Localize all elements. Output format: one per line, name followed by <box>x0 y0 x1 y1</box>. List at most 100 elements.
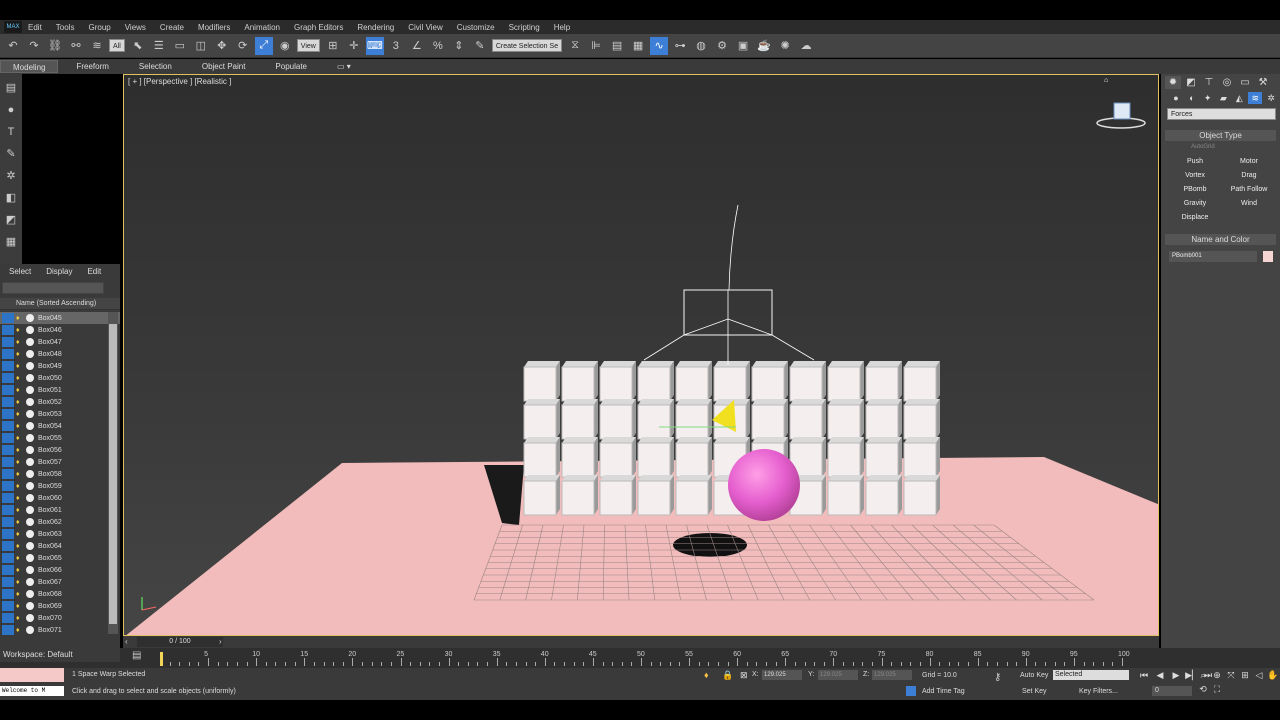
z-coord-field[interactable]: 129.025 <box>872 670 912 680</box>
light-bulb-icon[interactable]: ♦ <box>16 471 24 478</box>
explorer-row[interactable]: ♦ Box070 <box>0 612 120 624</box>
time-slider-thumb[interactable]: 0 / 100 <box>137 637 223 647</box>
lights-icon[interactable]: ✦ <box>1201 92 1215 104</box>
visibility-icon[interactable] <box>26 482 34 490</box>
mirror-icon[interactable]: ⧖ <box>566 37 584 55</box>
workspace-selector[interactable]: Workspace: Default <box>0 648 120 662</box>
ref-coord-dropdown[interactable]: View <box>296 39 320 52</box>
current-frame-field[interactable]: 0 <box>1152 686 1192 696</box>
app-logo[interactable]: MAX <box>4 21 22 33</box>
filter-icon[interactable] <box>2 469 14 479</box>
filter-icon[interactable] <box>2 385 14 395</box>
menu-customize[interactable]: Customize <box>457 23 495 32</box>
zoom-all-icon[interactable]: ⊕ <box>1210 670 1224 684</box>
spinner-snap-icon[interactable]: ⇕ <box>450 37 468 55</box>
light-bulb-icon[interactable]: ♦ <box>16 483 24 490</box>
filter-icon[interactable] <box>2 553 14 563</box>
explorer-row[interactable]: ♦ Box049 <box>0 360 120 372</box>
filter-icon[interactable] <box>2 517 14 527</box>
light-bulb-icon[interactable]: ♦ <box>16 387 24 394</box>
visibility-icon[interactable] <box>26 470 34 478</box>
pan-icon[interactable]: ✋ <box>1266 670 1280 684</box>
visibility-icon[interactable] <box>26 350 34 358</box>
time-tag-icon[interactable] <box>906 686 916 696</box>
lock-selection-icon[interactable]: 🔒 <box>722 670 733 681</box>
render-setup-icon[interactable]: ⚙ <box>713 37 731 55</box>
explorer-scrollbar[interactable] <box>108 312 118 634</box>
time-prev-icon[interactable]: ‹ <box>125 637 128 646</box>
rendered-frame-icon[interactable]: ▣ <box>734 37 752 55</box>
pivot-center-icon[interactable]: ⊞ <box>324 37 342 55</box>
render-production-icon[interactable]: ☕ <box>755 37 773 55</box>
explorer-row[interactable]: ♦ Box066 <box>0 564 120 576</box>
rotate-icon[interactable]: ⟳ <box>234 37 252 55</box>
visibility-icon[interactable] <box>26 590 34 598</box>
place-icon[interactable]: ◉ <box>276 37 294 55</box>
filter-icon[interactable] <box>2 445 14 455</box>
angle-snap-icon[interactable]: ∠ <box>408 37 426 55</box>
visibility-icon[interactable] <box>26 386 34 394</box>
light-bulb-icon[interactable]: ♦ <box>16 555 24 562</box>
ribbon-toggle-icon[interactable]: ▦ <box>629 37 647 55</box>
visibility-icon[interactable] <box>26 602 34 610</box>
maxscript-mini-listener[interactable] <box>0 668 64 682</box>
sparkle-icon[interactable]: ✲ <box>3 168 19 184</box>
explorer-row[interactable]: ♦ Box055 <box>0 432 120 444</box>
visibility-icon[interactable] <box>26 374 34 382</box>
filter-icon[interactable] <box>2 505 14 515</box>
menu-create[interactable]: Create <box>160 23 184 32</box>
light-bulb-icon[interactable]: ♦ <box>16 603 24 610</box>
light-bulb-icon[interactable]: ♦ <box>16 543 24 550</box>
explorer-column-header[interactable]: Name (Sorted Ascending) <box>0 298 120 310</box>
layers-icon[interactable]: ◧ <box>3 190 19 206</box>
named-selection-dropdown[interactable]: Create Selection Se <box>491 39 563 52</box>
undo-icon[interactable]: ↶ <box>4 37 22 55</box>
timeline-marker[interactable] <box>160 652 163 666</box>
key-icon[interactable]: ⚷ <box>994 672 1001 683</box>
create-tab-icon[interactable]: ✹ <box>1165 75 1181 89</box>
light-bulb-icon[interactable]: ♦ <box>16 495 24 502</box>
object-type-rollout[interactable]: Object Type <box>1165 130 1276 141</box>
pbomb-button[interactable]: PBomb <box>1171 184 1219 196</box>
filter-icon[interactable] <box>2 373 14 383</box>
explorer-row[interactable]: ♦ Box064 <box>0 540 120 552</box>
y-coord-field[interactable]: 129.025 <box>818 670 858 680</box>
menu-modifiers[interactable]: Modifiers <box>198 23 230 32</box>
filter-icon[interactable] <box>2 361 14 371</box>
hierarchy-tab-icon[interactable]: ⊤ <box>1201 76 1217 89</box>
fov-icon[interactable]: ◁ <box>1252 670 1266 684</box>
isolate-icon[interactable]: ♦ <box>704 670 709 680</box>
visibility-icon[interactable] <box>26 434 34 442</box>
explorer-row[interactable]: ♦ Box056 <box>0 444 120 456</box>
drag-button[interactable]: Drag <box>1225 170 1273 182</box>
geometry-icon[interactable]: ● <box>1169 92 1183 104</box>
visibility-icon[interactable] <box>26 518 34 526</box>
key-selection-dropdown[interactable]: Selected <box>1053 670 1129 680</box>
select-by-name-icon[interactable]: ☰ <box>150 37 168 55</box>
path-follow-button[interactable]: Path Follow <box>1225 184 1273 196</box>
explorer-tab-display[interactable]: Display <box>46 267 72 276</box>
filter-icon[interactable] <box>2 577 14 587</box>
filter-icon[interactable] <box>2 613 14 623</box>
visibility-icon[interactable] <box>26 566 34 574</box>
spacewarps-icon[interactable]: ≋ <box>1248 92 1263 104</box>
explorer-search-input[interactable] <box>2 282 104 294</box>
visibility-icon[interactable] <box>26 458 34 466</box>
explorer-row[interactable]: ♦ Box057 <box>0 456 120 468</box>
light-bulb-icon[interactable]: ♦ <box>16 507 24 514</box>
menu-help[interactable]: Help <box>554 23 570 32</box>
select-filter-icon[interactable]: ◩ <box>3 212 19 228</box>
orbit-icon[interactable]: ⟲ <box>1196 684 1210 698</box>
visibility-icon[interactable] <box>26 422 34 430</box>
explorer-row[interactable]: ♦ Box058 <box>0 468 120 480</box>
home-icon[interactable]: ⌂ <box>1104 77 1108 84</box>
window-crossing-icon[interactable]: ◫ <box>192 37 210 55</box>
filter-icon[interactable] <box>2 481 14 491</box>
unlink-icon[interactable]: ⚯ <box>67 37 85 55</box>
menu-rendering[interactable]: Rendering <box>357 23 394 32</box>
align-icon[interactable]: ⊫ <box>587 37 605 55</box>
render-iterative-icon[interactable]: ✺ <box>776 37 794 55</box>
visibility-icon[interactable] <box>26 410 34 418</box>
light-bulb-icon[interactable]: ♦ <box>16 351 24 358</box>
light-bulb-icon[interactable]: ♦ <box>16 519 24 526</box>
